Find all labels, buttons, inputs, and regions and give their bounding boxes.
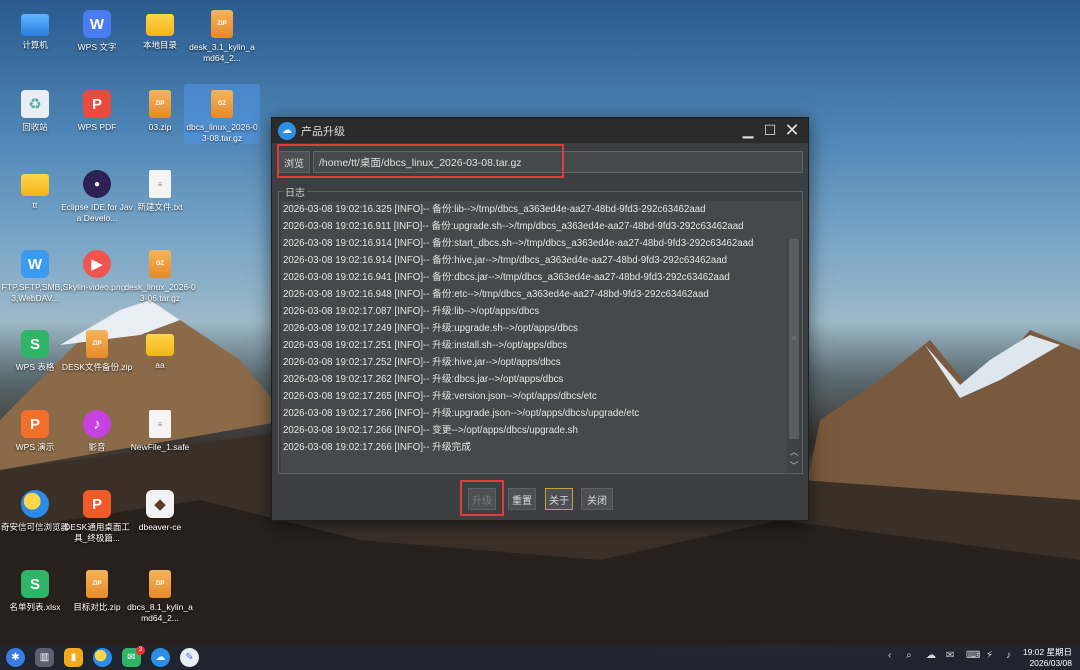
desktop-icon-label: dbcs_linux_2026-03-08.tar.gz xyxy=(186,122,258,143)
log-line: 2026-03-08 19:02:17.252 [INFO]-- 升级:hive… xyxy=(283,357,561,368)
volume-icon[interactable]: ♪ xyxy=(1006,650,1011,661)
dbeaver-icon: ◆ xyxy=(146,490,174,518)
desktop-icon[interactable]: ≡ NewFile_1.safe xyxy=(122,404,198,453)
product-upgrade-taskbar-icon[interactable]: ☁ xyxy=(151,648,170,667)
about-button[interactable]: 关于 xyxy=(545,488,573,510)
zip-icon: ZIP xyxy=(86,330,108,358)
path-highlight-annotation xyxy=(277,144,564,178)
desktop-icon[interactable]: ≡ 新建文件.txt xyxy=(122,164,198,213)
start-menu-icon[interactable]: ✱ xyxy=(6,648,25,667)
desktop-icon-label: desk_3.1_kylin_amd64_2... xyxy=(189,42,255,63)
upgrade-highlight-annotation xyxy=(460,480,504,516)
cloud-upload-icon: ☁ xyxy=(278,121,296,140)
desktop-icon[interactable]: aa xyxy=(122,324,198,371)
desktop-icon[interactable]: ZIP desk_3.1_kylin_amd64_2... xyxy=(184,4,260,64)
network-icon[interactable]: ⚡ xyxy=(986,650,993,661)
log-line: 2026-03-08 19:02:16.941 [INFO]-- 备份:dbcs… xyxy=(283,272,730,283)
keyboard-icon[interactable]: ⌨ xyxy=(966,650,980,661)
desktop-icon[interactable]: GZ desk_linux_2026-03-06.tar.gz xyxy=(122,244,198,304)
zip-icon: ZIP xyxy=(149,570,171,598)
mail-icon[interactable]: ✉ xyxy=(946,650,954,661)
eclipse-icon: ● xyxy=(83,170,111,198)
desktop-icon[interactable]: GZ dbcs_linux_2026-03-08.tar.gz xyxy=(184,84,260,144)
search-icon[interactable]: ⌕ xyxy=(906,650,912,661)
txt-icon: ≡ xyxy=(149,410,171,438)
log-line: 2026-03-08 19:02:16.948 [INFO]-- 备份:etc-… xyxy=(283,289,709,300)
action-button-row: 升级 重置 关于 关闭 xyxy=(272,488,808,510)
product-upgrade-window: ☁ 产品升级 ▁ ☐ ✕ 浏览 /home/tt/桌面/dbcs_linux_2… xyxy=(271,117,809,521)
window-titlebar[interactable]: ☁ 产品升级 ▁ ☐ ✕ xyxy=(272,118,808,143)
zip-icon: ZIP xyxy=(86,570,108,598)
notification-badge: 3 xyxy=(136,646,145,655)
wps-s-icon: S xyxy=(21,330,49,358)
multitask-view-icon[interactable]: ▥ xyxy=(35,648,54,667)
browser-taskbar-icon[interactable] xyxy=(93,648,112,667)
zip-icon: ZIP xyxy=(149,90,171,118)
scrollbar-thumb[interactable]: ≡ xyxy=(789,239,799,439)
clock-time: 19:02 星期日 xyxy=(1022,647,1072,657)
computer-icon xyxy=(21,14,49,36)
log-lines: 2026-03-08 19:02:16.325 [INFO]-- 备份:lib-… xyxy=(281,201,801,456)
log-line: 2026-03-08 19:02:17.266 [INFO]-- 变更-->/o… xyxy=(283,425,578,436)
zip-icon: GZ xyxy=(211,90,233,118)
scroll-up-arrow-icon[interactable]: ︿ xyxy=(787,444,801,458)
close-window-button[interactable]: ✕ xyxy=(782,120,802,140)
desktop-icon-label: NewFile_1.safe xyxy=(130,442,190,452)
zip-icon: GZ xyxy=(149,250,171,278)
wps-s-icon: S xyxy=(21,570,49,598)
log-line: 2026-03-08 19:02:17.251 [INFO]-- 升级:inst… xyxy=(283,340,568,351)
log-group-title: 日志 xyxy=(283,184,307,199)
zip-icon: ZIP xyxy=(211,10,233,38)
desk-icon: P xyxy=(83,490,111,518)
clock[interactable]: 19:02 星期日 2026/03/08 xyxy=(1023,647,1072,669)
folder-icon xyxy=(21,174,49,196)
log-line: 2026-03-08 19:02:17.266 [INFO]-- 升级完成 xyxy=(283,442,471,453)
desktop-icon-label: dbeaver-ce xyxy=(138,522,182,532)
log-line: 2026-03-08 19:02:17.265 [INFO]-- 升级:vers… xyxy=(283,391,597,402)
log-line: 2026-03-08 19:02:16.911 [INFO]-- 备份:upgr… xyxy=(283,221,744,232)
desktop-icon-label: aa xyxy=(155,360,165,370)
window-title: 产品升级 xyxy=(301,125,345,138)
log-line: 2026-03-08 19:02:16.914 [INFO]-- 备份:star… xyxy=(283,238,754,249)
log-line: 2026-03-08 19:02:17.249 [INFO]-- 升级:upgr… xyxy=(283,323,578,334)
log-line: 2026-03-08 19:02:17.087 [INFO]-- 升级:lib-… xyxy=(283,306,540,317)
trash-icon: ♻ xyxy=(21,90,49,118)
desktop-icon-label: 新建文件.txt xyxy=(137,202,183,212)
log-group: 日志 2026-03-08 19:02:16.325 [INFO]-- 备份:l… xyxy=(278,184,803,474)
log-text-area[interactable]: 2026-03-08 19:02:16.325 [INFO]-- 备份:lib-… xyxy=(281,201,801,473)
minimize-button[interactable]: ▁ xyxy=(738,120,758,140)
tray-expand-icon[interactable]: ‹ xyxy=(888,650,891,661)
input-method-icon[interactable]: ✎ xyxy=(180,648,199,667)
wps-show-icon: P xyxy=(21,410,49,438)
close-button[interactable]: 关闭 xyxy=(581,488,613,510)
wps-p-icon: P xyxy=(83,90,111,118)
desktop-icon[interactable]: ◆ dbeaver-ce xyxy=(122,484,198,533)
cloud-sync-icon[interactable]: ☁ xyxy=(926,650,936,661)
maximize-button[interactable]: ☐ xyxy=(760,120,780,140)
scroll-down-arrow-icon[interactable]: ﹀ xyxy=(787,458,801,472)
ftp-icon: W xyxy=(21,250,49,278)
folder-icon xyxy=(146,14,174,36)
music-icon: ♪ xyxy=(83,410,111,438)
desktop-icon-label: desk_linux_2026-03-06.tar.gz xyxy=(124,282,196,303)
log-line: 2026-03-08 19:02:17.266 [INFO]-- 升级:upgr… xyxy=(283,408,640,419)
file-manager-icon[interactable]: ▮ xyxy=(64,648,83,667)
log-scrollbar[interactable]: ≡ ︿ ﹀ xyxy=(787,239,801,473)
log-line: 2026-03-08 19:02:16.914 [INFO]-- 备份:hive… xyxy=(283,255,728,266)
video-icon: ▶ xyxy=(83,250,111,278)
clock-date: 2026/03/08 xyxy=(1029,658,1072,668)
desktop-icon[interactable]: ZIP dbcs_8.1_kylin_amd64_2... xyxy=(122,564,198,624)
folder-icon xyxy=(146,334,174,356)
browser-icon xyxy=(21,490,49,518)
txt-icon: ≡ xyxy=(149,170,171,198)
taskbar: ✱ ▥ ▮ ✉ 3 ☁ ✎ ‹ ⌕ ☁ ✉ ⌨ ⚡ ♪ 19:02 星期日 20… xyxy=(0,645,1080,670)
log-line: 2026-03-08 19:02:16.325 [INFO]-- 备份:lib-… xyxy=(283,204,706,215)
log-line: 2026-03-08 19:02:17.262 [INFO]-- 升级:dbcs… xyxy=(283,374,564,385)
desktop-icon-label: dbcs_8.1_kylin_amd64_2... xyxy=(127,602,193,623)
reset-button[interactable]: 重置 xyxy=(508,488,536,510)
wps-w-icon: W xyxy=(83,10,111,38)
